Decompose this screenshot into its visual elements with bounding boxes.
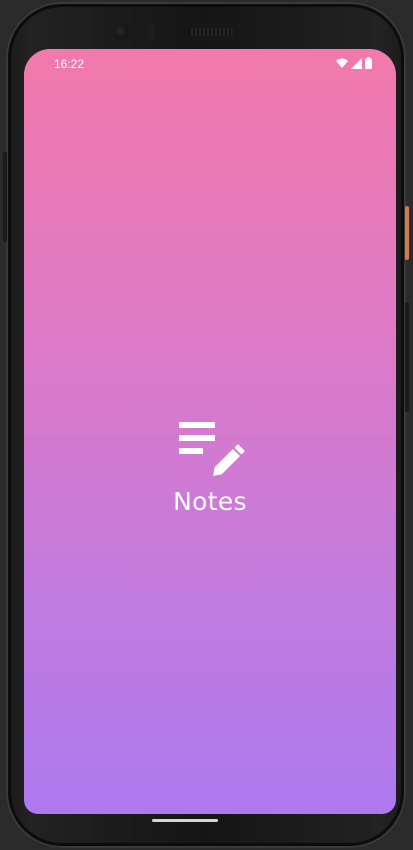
navigation-bar [24,814,396,838]
front-camera [113,24,129,40]
side-button-left [3,152,7,242]
status-bar: 16:22 [24,49,396,77]
cellular-signal-icon [351,57,362,69]
volume-rocker [405,302,409,412]
home-gesture-handle[interactable] [152,819,218,822]
splash-content: Notes [24,419,396,516]
phone-frame: 16:22 Notes [3,2,409,848]
wifi-icon [336,58,348,68]
status-icons [336,57,372,69]
status-time: 16:22 [54,57,85,71]
notes-edit-icon [179,422,245,476]
earpiece-speaker [189,28,233,36]
power-button [405,206,409,260]
app-title: Notes [173,487,247,516]
proximity-sensor [145,23,154,41]
battery-icon [365,57,372,69]
app-screen: 16:22 Notes [24,49,396,814]
